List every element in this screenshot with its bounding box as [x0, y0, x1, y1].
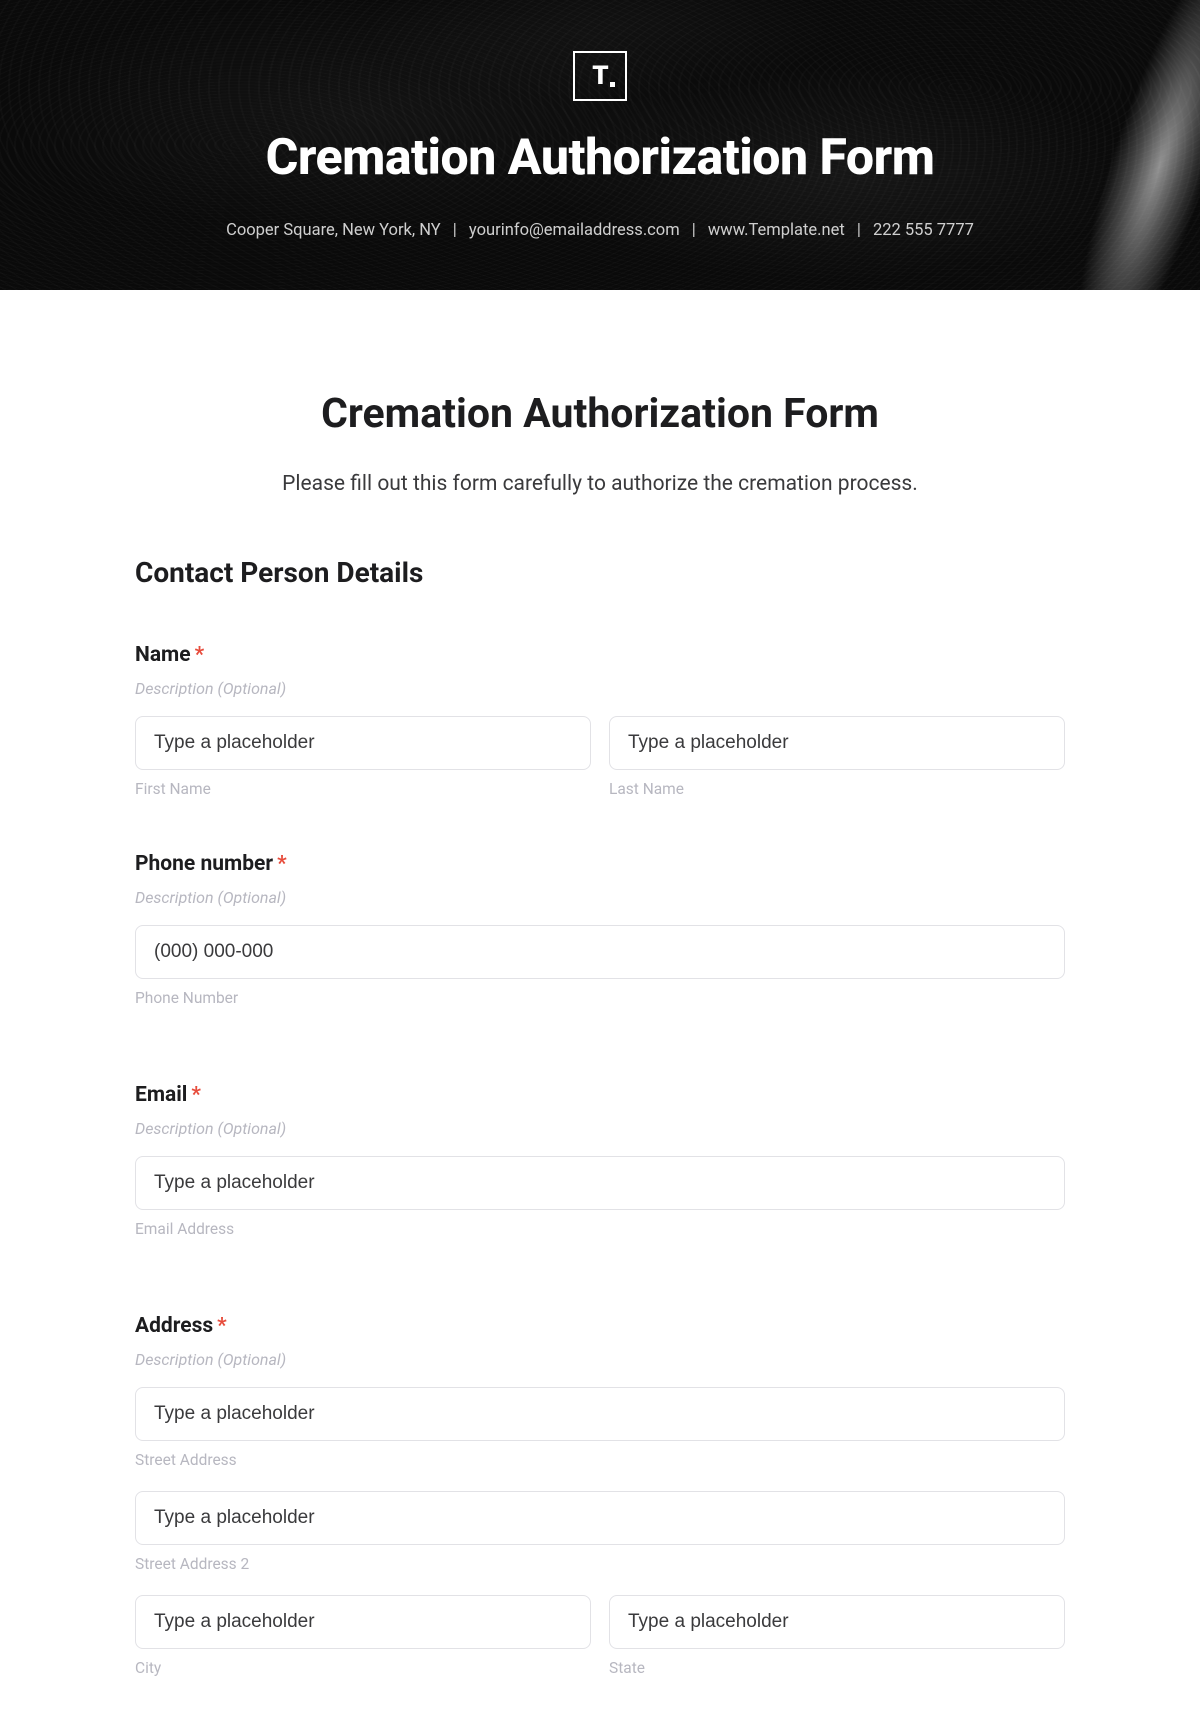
- required-mark: *: [217, 1314, 227, 1338]
- logo-dot-icon: [610, 82, 615, 87]
- sublabel-first-name: First Name: [135, 780, 591, 798]
- hero-banner: T Cremation Authorization Form Cooper Sq…: [0, 0, 1200, 290]
- sublabel-street1: Street Address: [135, 1451, 1065, 1469]
- sublabel-state: State: [609, 1659, 1065, 1677]
- hero-address: Cooper Square, New York, NY: [226, 221, 441, 240]
- field-phone: Phone number* Description (Optional) Pho…: [135, 852, 1065, 1029]
- separator-icon: |: [453, 221, 457, 240]
- desc-name: Description (Optional): [135, 679, 1065, 698]
- street-address-input[interactable]: [135, 1387, 1065, 1441]
- label-name: Name*: [135, 643, 1065, 667]
- label-phone-text: Phone number: [135, 852, 273, 876]
- label-address-text: Address: [135, 1314, 213, 1338]
- desc-email: Description (Optional): [135, 1119, 1065, 1138]
- hero-meta: Cooper Square, New York, NY | yourinfo@e…: [226, 221, 974, 240]
- page-subtitle: Please fill out this form carefully to a…: [135, 472, 1065, 496]
- hero-email: yourinfo@emailaddress.com: [469, 221, 680, 240]
- desc-address: Description (Optional): [135, 1350, 1065, 1369]
- separator-icon: |: [692, 221, 696, 240]
- label-address: Address*: [135, 1314, 1065, 1338]
- phone-input[interactable]: [135, 925, 1065, 979]
- required-mark: *: [191, 1083, 201, 1107]
- page-body: Cremation Authorization Form Please fill…: [0, 290, 1200, 1717]
- hero-website: www.Template.net: [708, 221, 845, 240]
- field-name: Name* Description (Optional) First Name …: [135, 643, 1065, 798]
- label-email: Email*: [135, 1083, 1065, 1107]
- sublabel-phone: Phone Number: [135, 989, 1065, 1007]
- label-email-text: Email: [135, 1083, 187, 1107]
- desc-phone: Description (Optional): [135, 888, 1065, 907]
- required-mark: *: [277, 852, 287, 876]
- sublabel-city: City: [135, 1659, 591, 1677]
- logo-letter: T: [592, 61, 607, 91]
- field-email: Email* Description (Optional) Email Addr…: [135, 1083, 1065, 1260]
- logo: T: [573, 51, 627, 101]
- section-contact-title: Contact Person Details: [135, 556, 1065, 589]
- separator-icon: |: [857, 221, 861, 240]
- email-input[interactable]: [135, 1156, 1065, 1210]
- hero-phone: 222 555 7777: [873, 221, 974, 240]
- label-phone: Phone number*: [135, 852, 1065, 876]
- sublabel-last-name: Last Name: [609, 780, 1065, 798]
- required-mark: *: [195, 643, 205, 667]
- field-address: Address* Description (Optional) Street A…: [135, 1314, 1065, 1677]
- street-address-2-input[interactable]: [135, 1491, 1065, 1545]
- last-name-input[interactable]: [609, 716, 1065, 770]
- city-input[interactable]: [135, 1595, 591, 1649]
- sublabel-street2: Street Address 2: [135, 1555, 1065, 1573]
- hero-title: Cremation Authorization Form: [266, 129, 935, 187]
- state-input[interactable]: [609, 1595, 1065, 1649]
- sublabel-email: Email Address: [135, 1220, 1065, 1238]
- label-name-text: Name: [135, 643, 191, 667]
- page-title: Cremation Authorization Form: [135, 390, 1065, 438]
- first-name-input[interactable]: [135, 716, 591, 770]
